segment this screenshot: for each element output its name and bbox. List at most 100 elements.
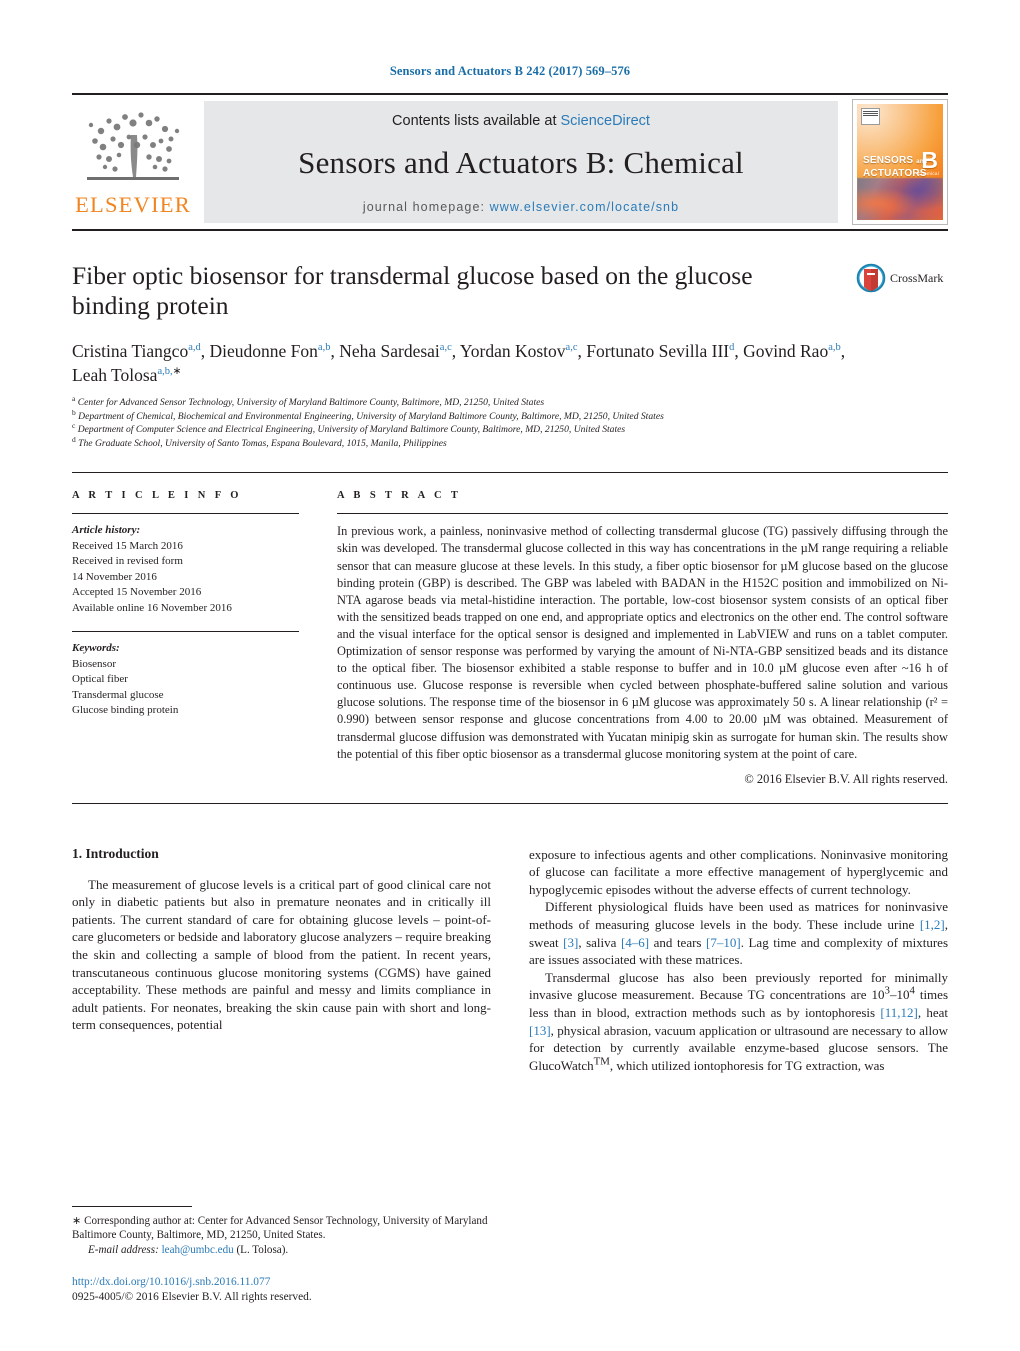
citation-link[interactable]: [4–6]: [621, 935, 649, 950]
citation-link[interactable]: [7–10]: [706, 935, 741, 950]
cover-line1: SENSORS: [863, 155, 914, 167]
article-history-lines: Received 15 March 2016 Received in revise…: [72, 539, 299, 617]
affiliation-item: b Department of Chemical, Biochemical an…: [72, 408, 948, 424]
corresponding-star: ∗: [72, 1214, 82, 1227]
journal-title: Sensors and Actuators B: Chemical: [298, 144, 744, 180]
citation-link[interactable]: [1,2]: [920, 917, 945, 932]
abstract-rule: [337, 513, 948, 515]
doi-block: http://dx.doi.org/10.1016/j.snb.2016.11.…: [72, 1275, 502, 1305]
author-affiliation-marks: a,c: [565, 342, 578, 354]
author-affiliation-marks: a,c: [439, 342, 452, 354]
cover-volume-subtitle: Chemical: [917, 171, 939, 177]
abstract-text: In previous work, a painless, noninvasiv…: [337, 524, 948, 761]
homepage-prefix: journal homepage:: [362, 199, 490, 214]
keyword-item: Glucose binding protein: [72, 704, 179, 717]
affiliation-item: a Center for Advanced Sensor Technology,…: [72, 395, 948, 410]
journal-cover-thumbnail[interactable]: SENSORS and ACTUATORS B Chemical: [852, 99, 948, 225]
article-history-line: Available online 16 November 2016: [72, 601, 232, 614]
journal-article-page: Sensors and Actuators B 242 (2017) 569–5…: [0, 0, 1020, 1351]
cover-volume-letter: B: [921, 147, 938, 174]
author-list: Cristina Tiangcoa,d, Dieudonne Fona,b, N…: [72, 341, 846, 385]
article-history-line: 14 November 2016: [72, 570, 157, 583]
author-name: Fortunato Sevilla III: [586, 341, 730, 361]
author-affiliation-marks: a,b,: [157, 366, 173, 378]
article-history-line: Accepted 15 November 2016: [72, 586, 202, 599]
info-abstract-region: A R T I C L E I N F O Article history: R…: [72, 472, 948, 786]
cover-bottom-artwork: [857, 178, 943, 220]
abstract-bottom-rule: [72, 802, 948, 804]
article-info-divider: [72, 631, 299, 633]
citation-link[interactable]: [13]: [529, 1023, 551, 1038]
email-label: E-mail address:: [88, 1244, 159, 1256]
running-head: Sensors and Actuators B 242 (2017) 569–5…: [389, 64, 631, 78]
contents-available-line: Contents lists available at ScienceDirec…: [392, 113, 650, 129]
keyword-item: Transdermal glucose: [72, 688, 164, 701]
body-columns: 1. Introduction The measurement of gluco…: [72, 846, 948, 1075]
contents-prefix: Contents lists available at: [392, 112, 561, 129]
superscript-text: 3: [884, 985, 890, 998]
author-name: Dieudonne Fon: [209, 341, 318, 361]
elsevier-tree-icon: [87, 112, 180, 180]
affiliation-text: Department of Chemical, Biochemical and …: [75, 410, 664, 422]
keywords-label: Keywords:: [72, 642, 120, 655]
article-info-kicker: A R T I C L E I N F O: [72, 490, 242, 502]
author-name: Neha Sardesai: [339, 341, 440, 361]
abstract-column: A B S T R A C T In previous work, a pain…: [327, 490, 948, 786]
article-info-rule: [72, 513, 299, 515]
keyword-lines: Biosensor Optical fiber Transdermal glucos…: [72, 657, 299, 719]
superscript-text: 4: [909, 985, 915, 998]
email-link[interactable]: leah@umbc.edu: [162, 1244, 234, 1256]
citation-link[interactable]: [11,12]: [880, 1005, 917, 1020]
citation-link[interactable]: [3]: [563, 935, 578, 950]
sciencedirect-link[interactable]: ScienceDirect: [561, 113, 650, 129]
body-column-left: 1. Introduction The measurement of gluco…: [72, 846, 491, 1075]
elsevier-wordmark: ELSEVIER: [75, 192, 191, 217]
corresponding-author-marker: ∗: [172, 366, 182, 378]
title-block: Fiber optic biosensor for transdermal gl…: [72, 261, 948, 321]
crossmark-icon: [856, 263, 886, 293]
crossmark-badge[interactable]: CrossMark: [856, 263, 948, 293]
author-affiliation-marks: a,b: [317, 342, 331, 354]
elsevier-logo: ELSEVIER: [72, 95, 194, 229]
corresponding-text: Corresponding author at: Center for Adva…: [72, 1214, 488, 1242]
keyword-item: Optical fiber: [72, 673, 128, 686]
body-paragraph: exposure to infectious agents and other …: [529, 846, 948, 897]
affiliation-text: Department of Computer Science and Elect…: [75, 424, 626, 436]
masthead-bottom-rule: [72, 229, 948, 231]
cover-badge-icon: [861, 108, 880, 125]
journal-homepage-line: journal homepage: www.elsevier.com/locat…: [363, 200, 679, 214]
author-name: Yordan Kostov: [459, 341, 566, 361]
author-affiliation-marks: d: [729, 342, 735, 354]
article-history-label: Article history:: [72, 524, 141, 537]
intro-paragraph: The measurement of glucose levels is a c…: [72, 876, 491, 1033]
footnote-rule: [72, 1205, 192, 1207]
author-affiliation-marks: a,b: [828, 342, 841, 354]
article-title: Fiber optic biosensor for transdermal gl…: [72, 261, 753, 320]
superscript-text: TM: [593, 1055, 610, 1068]
issn-copyright: 0925-4005/© 2016 Elsevier B.V. All right…: [72, 1290, 312, 1303]
doi-link[interactable]: http://dx.doi.org/10.1016/j.snb.2016.11.…: [72, 1275, 502, 1290]
body-column-right: exposure to infectious agents and other …: [529, 846, 948, 1075]
abstract-kicker: A B S T R A C T: [337, 490, 462, 502]
author-name: Leah Tolosa: [72, 365, 158, 385]
footnote-block: ∗ Corresponding author at: Center for Ad…: [72, 1205, 502, 1305]
body-paragraph: Different physiological fluids have been…: [529, 899, 949, 968]
email-owner: (L. Tolosa).: [236, 1244, 289, 1256]
article-info-column: A R T I C L E I N F O Article history: R…: [72, 490, 327, 786]
email-note: E-mail address: leah@umbc.edu (L. Tolosa…: [72, 1243, 502, 1258]
article-history-line: Received in revised form: [72, 555, 183, 568]
affiliation-item: d The Graduate School, University of San…: [72, 435, 948, 451]
affiliation-list: a Center for Advanced Sensor Technology,…: [72, 395, 948, 451]
keyword-item: Biosensor: [72, 657, 116, 670]
journal-homepage-link[interactable]: www.elsevier.com/locate/snb: [490, 200, 680, 214]
affiliation-item: c Department of Computer Science and Ele…: [72, 422, 948, 437]
article-history-line: Received 15 March 2016: [72, 539, 183, 552]
journal-masthead: ELSEVIER Contents lists available at Sci…: [72, 93, 948, 229]
abstract-copyright: © 2016 Elsevier B.V. All rights reserved…: [744, 771, 948, 786]
body-paragraph: Transdermal glucose has also been previo…: [529, 969, 949, 1073]
author-name: Govind Rao: [743, 341, 829, 361]
author-name: Cristina Tiangco: [72, 341, 189, 361]
crossmark-label: CrossMark: [890, 270, 944, 285]
section-title-introduction: 1. Introduction: [72, 845, 159, 861]
journal-band: Contents lists available at ScienceDirec…: [204, 101, 838, 223]
